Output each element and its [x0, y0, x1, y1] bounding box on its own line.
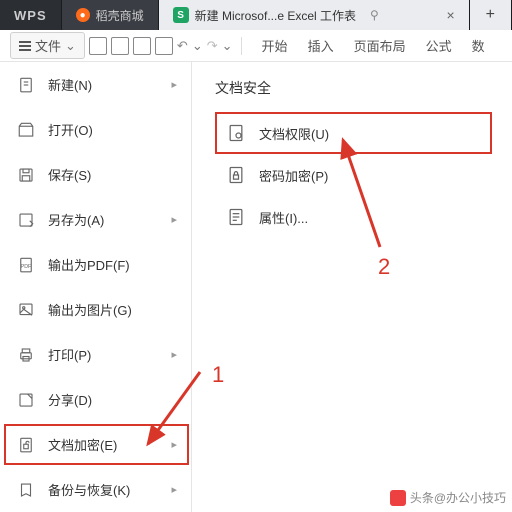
doko-label: 稻壳商城	[96, 7, 144, 24]
file-menu-item[interactable]: 打开(O)	[2, 107, 191, 152]
panel-item-icon	[225, 122, 247, 144]
redo-icon[interactable]: ↷	[207, 38, 218, 54]
file-button[interactable]: 文件 ⌄	[10, 32, 85, 59]
panel-item-icon	[225, 164, 247, 186]
file-menu-item[interactable]: 新建(N) ▸	[2, 62, 191, 107]
doc-title: 新建 Microsof...e Excel 工作表	[195, 7, 356, 24]
file-menu-item[interactable]: 打印(P) ▸	[2, 332, 191, 377]
menu-item-icon	[16, 210, 36, 230]
file-menu: 新建(N) ▸ 打开(O) 保存(S) 另存为(A) ▸ PDF 输出为PDF(F) 输出为图片…	[2, 62, 192, 512]
svg-text:PDF: PDF	[21, 264, 32, 270]
menu-item-label: 打开(O)	[48, 120, 93, 139]
divider	[241, 37, 242, 55]
menu-item-icon	[16, 300, 36, 320]
file-menu-item[interactable]: 保存(S)	[2, 152, 191, 197]
file-menu-item[interactable]: 另存为(A) ▸	[2, 197, 191, 242]
chevron-down-icon: ⌄	[65, 38, 76, 54]
security-panel-item[interactable]: 属性(I)...	[215, 196, 492, 238]
file-menu-item[interactable]: 输出为图片(G)	[2, 287, 191, 332]
body: 新建(N) ▸ 打开(O) 保存(S) 另存为(A) ▸ PDF 输出为PDF(F) 输出为图片…	[0, 62, 512, 512]
menu-item-label: 保存(S)	[48, 165, 91, 184]
menu-item-icon	[16, 480, 36, 500]
panel-item-label: 属性(I)...	[259, 208, 308, 227]
toolbar-icon-4[interactable]	[155, 37, 173, 55]
chevron-down-icon: ⌄	[222, 38, 233, 54]
submenu-chevron-icon: ▸	[171, 438, 177, 451]
undo-icon[interactable]: ↶	[177, 38, 188, 54]
menu-item-icon	[16, 165, 36, 185]
file-menu-item[interactable]: PDF 输出为PDF(F)	[2, 242, 191, 287]
watermark: 头条@办公小技巧	[390, 489, 506, 506]
ribbon-tab[interactable]: 开始	[262, 36, 288, 55]
toolbar-icon-3[interactable]	[133, 37, 151, 55]
menu-item-icon	[16, 75, 36, 95]
annotation-step2: 2	[378, 254, 390, 280]
chevron-down-icon[interactable]: ⌄	[192, 38, 203, 54]
panel-item-icon	[225, 206, 247, 228]
security-panel-item[interactable]: 密码加密(P)	[215, 154, 492, 196]
ribbon-tab[interactable]: 插入	[308, 36, 334, 55]
doko-tab[interactable]: ● 稻壳商城	[62, 0, 159, 30]
hamburger-icon	[19, 41, 31, 51]
file-label: 文件	[35, 36, 61, 55]
file-menu-item[interactable]: 备份与恢复(K) ▸	[2, 467, 191, 512]
menu-item-label: 备份与恢复(K)	[48, 480, 130, 499]
menu-item-icon	[16, 345, 36, 365]
submenu-chevron-icon: ▸	[171, 78, 177, 91]
document-tab[interactable]: S 新建 Microsof...e Excel 工作表 ⚲ ×	[159, 0, 470, 30]
watermark-logo-icon	[390, 490, 406, 506]
menu-item-icon	[16, 120, 36, 140]
menu-item-icon: PDF	[16, 255, 36, 275]
menu-item-label: 文档加密(E)	[48, 435, 117, 454]
annotation-step1: 1	[212, 362, 224, 388]
wps-tab[interactable]: WPS	[0, 0, 62, 30]
watermark-text: 头条@办公小技巧	[410, 489, 506, 506]
title-bar: WPS ● 稻壳商城 S 新建 Microsof...e Excel 工作表 ⚲…	[0, 0, 512, 30]
security-panel-item[interactable]: 文档权限(U)	[215, 112, 492, 154]
panel-title: 文档安全	[215, 78, 492, 98]
toolbar: 文件 ⌄ ↶ ⌄ ↷ ⌄ 开始 插入 页面布局 公式 数	[0, 30, 512, 62]
close-icon[interactable]: ×	[446, 7, 454, 23]
menu-item-label: 打印(P)	[48, 345, 91, 364]
ribbon-tab[interactable]: 数	[472, 36, 485, 55]
panel-item-label: 密码加密(P)	[259, 166, 328, 185]
menu-item-label: 新建(N)	[48, 75, 92, 94]
file-menu-item[interactable]: 分享(D)	[2, 377, 191, 422]
menu-item-icon	[16, 390, 36, 410]
flame-icon: ●	[76, 8, 90, 22]
excel-icon: S	[173, 7, 189, 23]
menu-item-icon	[16, 435, 36, 455]
submenu-chevron-icon: ▸	[171, 213, 177, 226]
ribbon-tab[interactable]: 页面布局	[354, 36, 406, 55]
ribbon-tabs: 开始 插入 页面布局 公式 数	[262, 36, 485, 55]
pin-icon[interactable]: ⚲	[370, 8, 379, 22]
toolbar-icon-1[interactable]	[89, 37, 107, 55]
submenu-chevron-icon: ▸	[171, 483, 177, 496]
submenu-chevron-icon: ▸	[171, 348, 177, 361]
new-tab-button[interactable]: +	[470, 0, 512, 30]
menu-item-label: 输出为图片(G)	[48, 300, 132, 319]
toolbar-icon-2[interactable]	[111, 37, 129, 55]
doc-security-panel: 文档安全 文档权限(U) 密码加密(P) 属性(I)...	[195, 62, 512, 254]
menu-item-label: 分享(D)	[48, 390, 92, 409]
menu-item-label: 另存为(A)	[48, 210, 104, 229]
wps-label: WPS	[14, 8, 47, 23]
file-menu-item[interactable]: 文档加密(E) ▸	[2, 422, 191, 467]
ribbon-tab[interactable]: 公式	[426, 36, 452, 55]
menu-item-label: 输出为PDF(F)	[48, 255, 130, 274]
panel-item-label: 文档权限(U)	[259, 124, 329, 143]
